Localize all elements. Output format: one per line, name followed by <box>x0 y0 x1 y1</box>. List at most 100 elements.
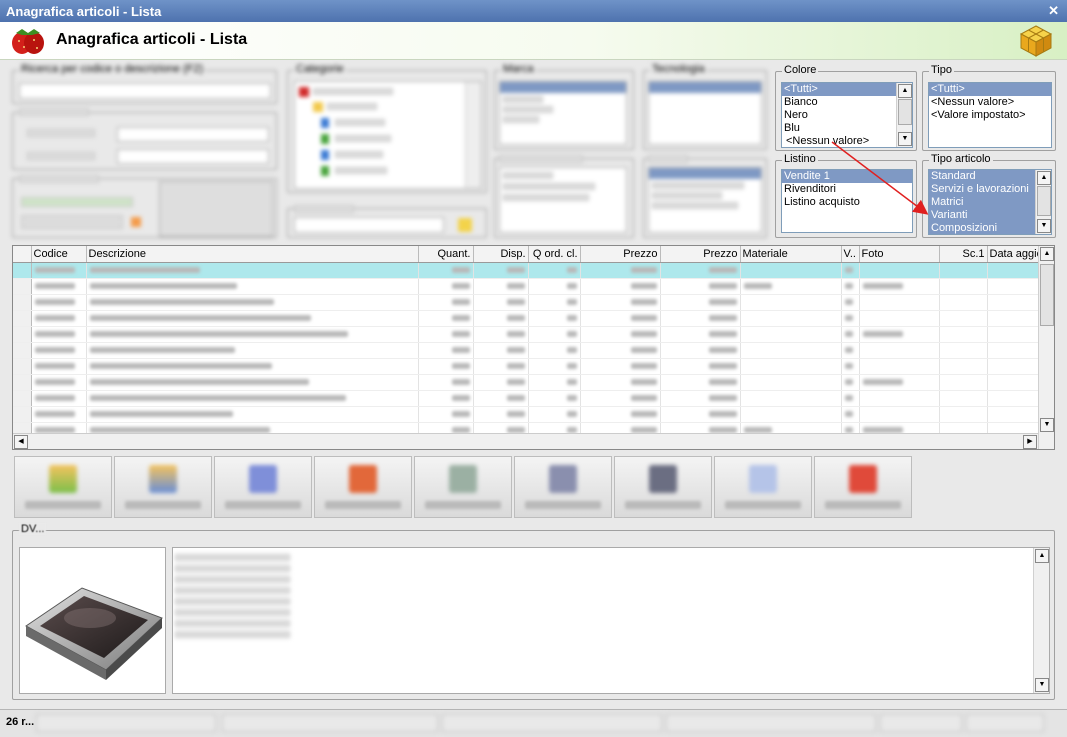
table-cell[interactable] <box>418 262 474 279</box>
table-cell[interactable] <box>841 262 860 279</box>
grid-vscrollbar[interactable]: ▲ ▼ <box>1038 246 1054 449</box>
scroll-left-icon[interactable]: ◀ <box>14 435 28 449</box>
scroll-up-icon[interactable]: ▲ <box>898 84 912 98</box>
table-cell[interactable] <box>939 262 988 279</box>
colore-list[interactable]: <Tutti> Bianco Nero Blu <Nessun valore> … <box>781 82 913 148</box>
table-cell[interactable] <box>660 406 741 423</box>
scroll-down-icon[interactable]: ▼ <box>898 132 912 146</box>
list-item[interactable]: <Nessun valore> <box>782 135 912 147</box>
column-header-sc1[interactable]: Sc.1 <box>939 246 988 263</box>
max-field[interactable] <box>117 149 269 164</box>
table-cell[interactable] <box>86 358 419 375</box>
table-cell[interactable] <box>859 326 940 343</box>
table-cell[interactable] <box>987 406 1041 423</box>
table-cell[interactable] <box>528 294 581 311</box>
table-cell[interactable] <box>580 406 661 423</box>
table-cell[interactable] <box>660 342 741 359</box>
table-row[interactable] <box>13 374 1041 391</box>
table-cell[interactable] <box>859 294 940 311</box>
table-cell[interactable] <box>473 406 529 423</box>
table-cell[interactable] <box>473 342 529 359</box>
table-cell[interactable] <box>939 358 988 375</box>
column-header-q-ord-cl[interactable]: Q ord. cl. <box>528 246 581 263</box>
table-cell[interactable] <box>528 342 581 359</box>
scroll-thumb[interactable] <box>898 99 912 125</box>
table-cell[interactable] <box>939 326 988 343</box>
table-cell[interactable] <box>418 278 474 295</box>
categorie-tree[interactable] <box>294 81 482 189</box>
new-button[interactable] <box>14 456 112 518</box>
column-header-materiale[interactable]: Materiale <box>740 246 842 263</box>
table-cell[interactable] <box>528 390 581 407</box>
table-cell[interactable] <box>939 294 988 311</box>
scroll-right-icon[interactable]: ▶ <box>1023 435 1037 449</box>
table-cell[interactable] <box>473 294 529 311</box>
table-cell[interactable] <box>86 294 419 311</box>
table-cell[interactable] <box>528 310 581 327</box>
row-header[interactable] <box>13 326 32 343</box>
table-cell[interactable] <box>740 310 842 327</box>
table-cell[interactable] <box>580 326 661 343</box>
table-cell[interactable] <box>31 342 87 359</box>
table-row[interactable] <box>13 262 1041 279</box>
table-cell[interactable] <box>841 326 860 343</box>
table-cell[interactable] <box>31 406 87 423</box>
memo-scrollbar[interactable]: ▲ ▼ <box>1033 548 1049 693</box>
column-header-v[interactable]: V.. <box>841 246 860 263</box>
table-cell[interactable] <box>473 278 529 295</box>
scroll-down-icon[interactable]: ▼ <box>1037 219 1051 233</box>
list-item[interactable]: Nero <box>782 109 912 122</box>
table-cell[interactable] <box>939 390 988 407</box>
notes-memo[interactable]: ▲ ▼ <box>172 547 1050 694</box>
table-cell[interactable] <box>939 278 988 295</box>
tools-button[interactable] <box>614 456 712 518</box>
edit-button[interactable] <box>114 456 212 518</box>
column-header-descrizione[interactable]: Descrizione <box>86 246 419 263</box>
print-button[interactable] <box>414 456 512 518</box>
table-cell[interactable] <box>31 310 87 327</box>
table-cell[interactable] <box>859 390 940 407</box>
scroll-down-icon[interactable]: ▼ <box>1035 678 1049 692</box>
table-row[interactable] <box>13 342 1041 359</box>
table-cell[interactable] <box>418 342 474 359</box>
table-cell[interactable] <box>580 390 661 407</box>
table-cell[interactable] <box>987 374 1041 391</box>
table-cell[interactable] <box>740 374 842 391</box>
table-cell[interactable] <box>86 278 419 295</box>
tipo-list[interactable]: <Tutti> <Nessun valore> <Valore impostat… <box>928 82 1052 148</box>
table-cell[interactable] <box>580 342 661 359</box>
table-cell[interactable] <box>987 278 1041 295</box>
grid-hscrollbar[interactable]: ◀ ▶ <box>13 433 1038 449</box>
table-cell[interactable] <box>660 262 741 279</box>
scroll-up-icon[interactable]: ▲ <box>1040 247 1054 261</box>
table-cell[interactable] <box>841 294 860 311</box>
table-cell[interactable] <box>841 342 860 359</box>
table-cell[interactable] <box>740 406 842 423</box>
table-cell[interactable] <box>987 310 1041 327</box>
table-cell[interactable] <box>660 358 741 375</box>
tipo-articolo-scrollbar[interactable]: ▲ ▼ <box>1035 170 1051 234</box>
copy-button[interactable] <box>714 456 812 518</box>
close-icon[interactable]: ✕ <box>1048 3 1059 19</box>
table-cell[interactable] <box>580 374 661 391</box>
table-cell[interactable] <box>86 406 419 423</box>
tecnologia-list[interactable] <box>648 81 762 145</box>
row-header[interactable] <box>13 374 32 391</box>
row-header[interactable] <box>13 406 32 423</box>
table-cell[interactable] <box>31 262 87 279</box>
table-cell[interactable] <box>987 326 1041 343</box>
table-cell[interactable] <box>987 294 1041 311</box>
list-item[interactable]: Blu <box>782 122 912 135</box>
table-cell[interactable] <box>418 294 474 311</box>
column-header-prezzo[interactable]: Prezzo <box>580 246 661 263</box>
table-cell[interactable] <box>473 390 529 407</box>
column-header-foto[interactable]: Foto <box>859 246 940 263</box>
quantita-list[interactable] <box>648 167 762 233</box>
duplicate-button[interactable] <box>214 456 312 518</box>
table-row[interactable] <box>13 278 1041 295</box>
table-row[interactable] <box>13 310 1041 327</box>
min-field[interactable] <box>117 127 269 142</box>
table-cell[interactable] <box>939 406 988 423</box>
list-item[interactable]: Listino acquisto <box>782 196 912 209</box>
row-header[interactable] <box>13 342 32 359</box>
